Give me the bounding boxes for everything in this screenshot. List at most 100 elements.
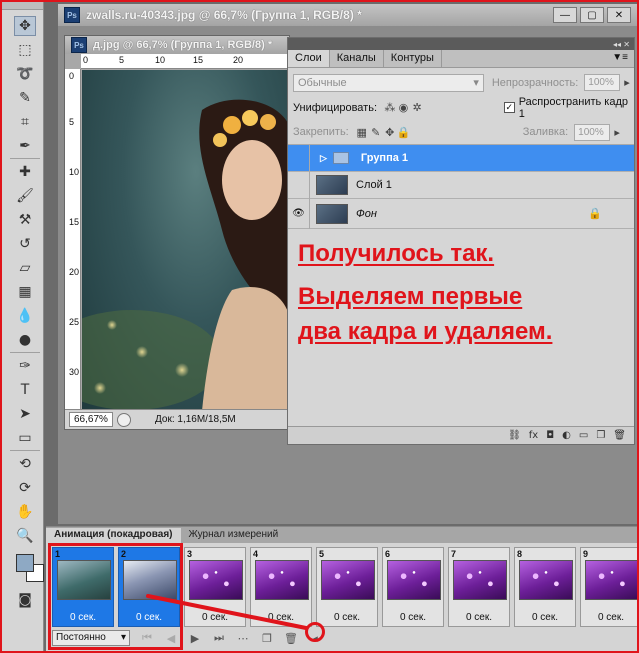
foreground-color-swatch[interactable] [16, 554, 34, 572]
type-tool-icon[interactable]: T [14, 380, 36, 400]
layer-name: Группа 1 [360, 152, 409, 164]
layers-footer: ⛓ fx ◘ ◐ ▭ ❐ 🗑 [288, 426, 634, 444]
opacity-field[interactable]: 100% [584, 74, 621, 91]
tween-icon[interactable]: ⋯ [236, 632, 250, 645]
visibility-toggle[interactable] [288, 144, 310, 172]
zoom-tool-icon[interactable]: 🔍 [14, 526, 36, 546]
lock-all-icon[interactable]: 🔒 [397, 126, 411, 139]
add-mask-icon[interactable]: ◘ [546, 430, 554, 441]
tab-channels[interactable]: Каналы [330, 50, 384, 67]
photoshop-icon: Ps [64, 7, 80, 23]
frame-number: 7 [451, 549, 457, 559]
frame-delay[interactable]: 0 сек. [185, 612, 245, 623]
layer-name: Фон [356, 207, 377, 220]
lock-pixels-icon[interactable]: ✎ [369, 126, 383, 139]
lock-position-icon[interactable]: ✥ [383, 126, 397, 139]
selection-highlight-box [48, 543, 183, 650]
panel-menu-icon[interactable]: ▼≡ [612, 52, 628, 63]
lasso-tool-icon[interactable]: ➰ [14, 64, 36, 84]
status-menu-icon[interactable] [117, 412, 131, 427]
animation-frame-5[interactable]: 5 0 сек. [316, 547, 378, 627]
fill-field[interactable]: 100% [574, 123, 611, 141]
3d-orbit-tool-icon[interactable]: ⟳ [14, 478, 36, 498]
tab-layers[interactable]: Слои [288, 50, 330, 67]
ruler-tick: 20 [69, 267, 80, 277]
visibility-toggle[interactable] [288, 171, 310, 199]
brush-tool-icon[interactable]: 🖌 [14, 186, 36, 206]
path-select-tool-icon[interactable]: ➤ [14, 404, 36, 424]
frame-delay[interactable]: 0 сек. [317, 612, 377, 623]
duplicate-frame-icon[interactable]: ❐ [260, 632, 274, 645]
frame-thumbnail [519, 560, 573, 600]
ruler-tick: 5 [119, 55, 125, 65]
unify-visibility-icon[interactable]: ◉ [397, 101, 411, 114]
image-titlebar[interactable]: Ps д.jpg @ 66,7% (Группа 1, RGB/8) * [65, 36, 289, 54]
blend-mode-select[interactable]: Обычные ▾ [293, 73, 484, 92]
healing-brush-tool-icon[interactable]: ✚ [14, 162, 36, 182]
layer-row-group-1[interactable]: ▷ Группа 1 [288, 144, 634, 172]
next-frame-icon[interactable]: ⏭ [212, 631, 226, 645]
zoom-field[interactable]: 66,67% [69, 412, 113, 427]
history-brush-tool-icon[interactable]: ↺ [14, 234, 36, 254]
layer-row-layer-1[interactable]: Слой 1 [288, 171, 634, 199]
3d-rotate-tool-icon[interactable]: ⟲ [14, 454, 36, 474]
minimize-button[interactable]: — [553, 7, 577, 23]
panel-collapse-bar[interactable]: ◂◂ ✕ [288, 38, 634, 50]
document-titlebar[interactable]: Ps zwalls.ru-40343.jpg @ 66,7% (Группа 1… [58, 4, 639, 26]
delete-layer-icon[interactable]: 🗑 [613, 430, 626, 441]
layer-row-background[interactable]: 👁 Фон 🔒 [288, 198, 634, 229]
pen-tool-icon[interactable]: ✑ [14, 356, 36, 376]
frame-delay[interactable]: 0 сек. [581, 612, 639, 623]
frame-delay[interactable]: 0 сек. [383, 612, 443, 623]
animation-frame-4[interactable]: 4 0 сек. [250, 547, 312, 627]
adjustment-layer-icon[interactable]: ◐ [562, 430, 571, 441]
new-layer-icon[interactable]: ❐ [596, 430, 605, 441]
tab-paths[interactable]: Контуры [384, 50, 442, 67]
ruler-tick: 10 [69, 167, 80, 177]
animation-frame-6[interactable]: 6 0 сек. [382, 547, 444, 627]
new-group-icon[interactable]: ▭ [579, 430, 588, 441]
tab-animation[interactable]: Анимация (покадровая) [46, 528, 181, 543]
gradient-tool-icon[interactable]: ▦ [14, 282, 36, 302]
layer-style-icon[interactable]: fx [529, 430, 538, 441]
animation-frame-7[interactable]: 7 0 сек. [448, 547, 510, 627]
frame-delay[interactable]: 0 сек. [251, 612, 311, 623]
crop-tool-icon[interactable]: ⌗ [14, 112, 36, 132]
frame-delay[interactable]: 0 сек. [449, 612, 509, 623]
link-layers-icon[interactable]: ⛓ [508, 430, 521, 441]
shape-tool-icon[interactable]: ▭ [14, 428, 36, 448]
image-canvas[interactable] [82, 70, 289, 409]
eye-icon[interactable]: 👁 [288, 198, 310, 229]
animation-frame-8[interactable]: 8 0 сек. [514, 547, 576, 627]
frame-delay[interactable]: 0 сек. [515, 612, 575, 623]
propagate-checkbox[interactable]: ✓ [503, 102, 515, 113]
quick-select-tool-icon[interactable]: ✎ [14, 88, 36, 108]
disclosure-triangle-icon[interactable]: ▷ [320, 153, 327, 164]
chevron-right-icon[interactable]: ▸ [620, 76, 634, 89]
lock-transparency-icon[interactable]: ▦ [355, 126, 369, 139]
tools-grip[interactable] [2, 2, 43, 10]
marquee-tool-icon[interactable]: ⬚ [14, 40, 36, 60]
hand-tool-icon[interactable]: ✋ [14, 502, 36, 522]
tab-measurement-log[interactable]: Журнал измерений [181, 528, 287, 543]
restore-button[interactable]: ▢ [580, 7, 604, 23]
animation-frame-9[interactable]: 9 0 сек. [580, 547, 639, 627]
unify-style-icon[interactable]: ✲ [410, 101, 424, 114]
quick-mask-icon[interactable]: ◙ [14, 590, 36, 610]
clone-stamp-tool-icon[interactable]: ⚒ [14, 210, 36, 230]
delete-frame-icon[interactable]: 🗑 [284, 632, 298, 645]
dodge-tool-icon[interactable]: ● [14, 330, 36, 350]
close-button[interactable]: ✕ [607, 7, 631, 23]
opacity-label: Непрозрачность: [491, 76, 579, 89]
chevron-right-icon[interactable]: ▸ [610, 126, 624, 139]
move-tool-icon[interactable]: ✥ [14, 16, 36, 36]
ruler-tick: 0 [83, 55, 89, 65]
animation-frame-3[interactable]: 3 0 сек. [184, 547, 246, 627]
unify-position-icon[interactable]: ⁂ [383, 101, 397, 114]
play-icon[interactable]: ▶ [188, 632, 202, 645]
fill-label: Заливка: [522, 126, 569, 138]
tools-panel: ✥ ⬚ ➰ ✎ ⌗ ✒ ✚ 🖌 ⚒ ↺ ▱ ▦ 💧 ● ✑ T ➤ ▭ ⟲ ⟳ … [2, 2, 44, 651]
blur-tool-icon[interactable]: 💧 [14, 306, 36, 326]
eraser-tool-icon[interactable]: ▱ [14, 258, 36, 278]
eyedropper-tool-icon[interactable]: ✒ [14, 136, 36, 156]
